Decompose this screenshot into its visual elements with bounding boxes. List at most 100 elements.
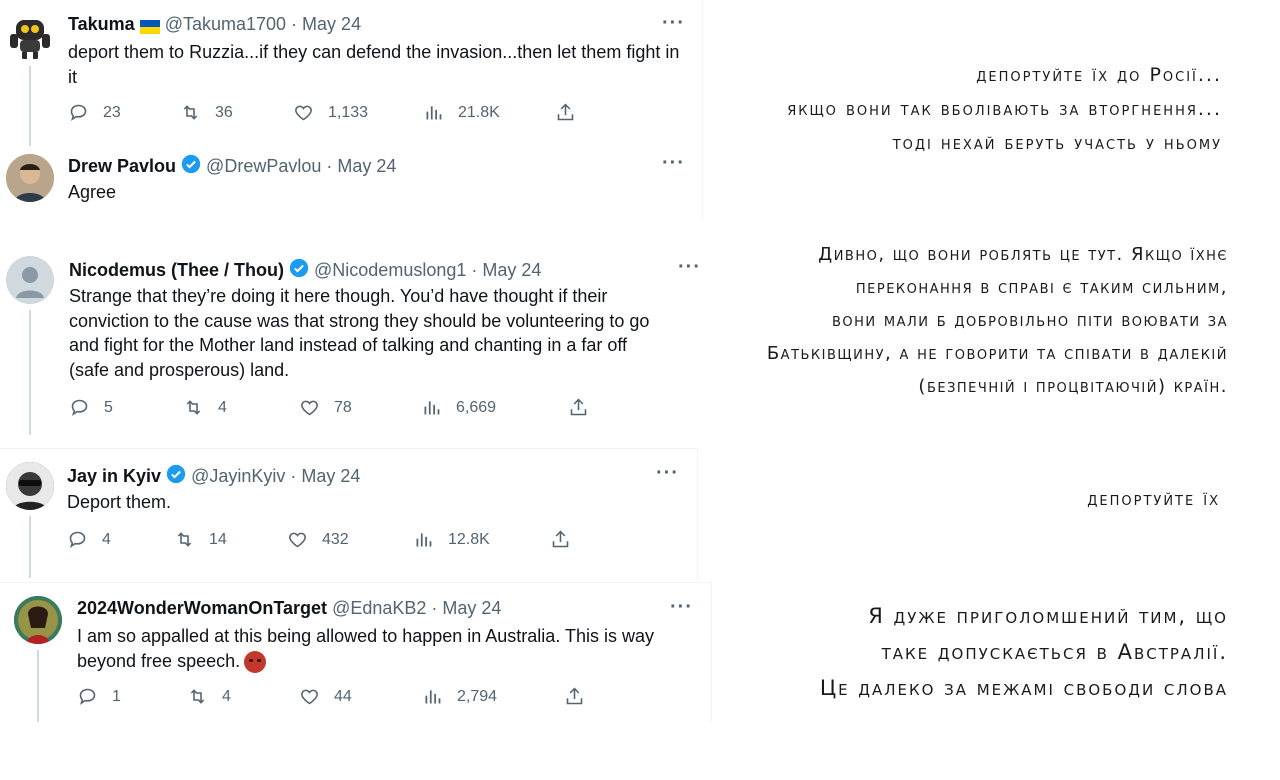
person-photo-icon — [6, 154, 54, 202]
handle[interactable]: @JayinKyiv — [191, 466, 285, 487]
tweet-divider — [0, 582, 711, 583]
tweet-takuma[interactable]: Takuma @Takuma1700 · May 24 ··· deport t… — [0, 0, 702, 148]
avatar[interactable] — [14, 596, 62, 644]
tweet-text-line: Strange that they’re doing it here thoug… — [69, 286, 608, 306]
separator-dot: · — [431, 598, 438, 618]
more-options-icon[interactable]: ··· — [670, 596, 693, 619]
robot-avatar-icon — [10, 20, 50, 59]
more-options-icon[interactable]: ··· — [662, 152, 685, 175]
verified-badge-icon — [166, 464, 186, 489]
avatar[interactable] — [6, 12, 54, 60]
timestamp[interactable]: May 24 — [301, 466, 360, 487]
share-button[interactable] — [568, 397, 603, 418]
translation-line: депортуйте їх до Росії... — [976, 64, 1222, 86]
tweet-text-line: (safe and prosperous) land. — [69, 359, 290, 380]
translation-line: депортуйте їх — [1087, 488, 1220, 510]
separator-dot: · — [290, 466, 297, 486]
share-icon — [557, 103, 574, 121]
handle[interactable]: @Nicodemuslong1 — [314, 260, 466, 281]
reply-button[interactable]: 23 — [68, 102, 121, 123]
tweet-text: Deport them. — [67, 492, 172, 512]
retweet-count: 4 — [218, 398, 227, 416]
action-bar: 4 14 432 12.8K — [67, 529, 667, 553]
share-button[interactable] — [564, 686, 599, 707]
translation-line: Батьківщину, а не говорити та співати в … — [766, 343, 1228, 364]
display-name[interactable]: Jay in Kyiv — [67, 466, 161, 487]
ukraine-flag-icon — [139, 18, 160, 34]
handle[interactable]: @Takuma1700 — [165, 14, 286, 35]
retweet-icon — [186, 400, 201, 415]
more-options-icon[interactable]: ··· — [662, 12, 685, 35]
retweet-button[interactable]: 36 — [180, 102, 233, 123]
translation-line: Я дуже приголомшений тим, що — [868, 604, 1228, 628]
heart-icon — [295, 105, 312, 121]
reply-button[interactable]: 4 — [67, 529, 111, 550]
views-button[interactable]: 6,669 — [421, 397, 496, 418]
reply-count: 4 — [102, 530, 111, 548]
like-button[interactable]: 432 — [287, 529, 349, 550]
tweet-text: Strange that they’re doing it here thoug… — [69, 284, 709, 382]
like-button[interactable]: 78 — [299, 397, 352, 418]
translation-block-2: Дивно, що вони роблять це тут. Якщо їхнє… — [767, 238, 1228, 403]
retweet-button[interactable]: 4 — [183, 397, 227, 418]
translation-line: таке допускається в Австралії. — [881, 640, 1228, 664]
retweet-count: 36 — [215, 103, 233, 121]
reply-icon — [71, 399, 88, 416]
action-bar: 23 36 1,133 21.8K — [68, 102, 668, 126]
verified-badge-icon — [289, 258, 309, 283]
timestamp[interactable]: May 24 — [302, 14, 361, 35]
retweet-button[interactable]: 14 — [174, 529, 227, 550]
tweet-text-line: beyond free speech. — [77, 649, 697, 674]
retweet-count: 14 — [209, 530, 227, 548]
share-button[interactable] — [555, 102, 590, 123]
display-name[interactable]: 2024WonderWomanOnTarget — [77, 598, 327, 619]
heart-icon — [301, 689, 318, 705]
tweet-jay-in-kyiv[interactable]: Jay in Kyiv @JayinKyiv · May 24 ··· Depo… — [0, 450, 697, 580]
views-button[interactable]: 21.8K — [423, 102, 500, 123]
views-button[interactable]: 12.8K — [413, 529, 490, 550]
handle[interactable]: @DrewPavlou — [206, 156, 321, 177]
display-name[interactable]: Takuma — [68, 14, 135, 35]
retweet-button[interactable]: 4 — [187, 686, 231, 707]
like-button[interactable]: 1,133 — [293, 102, 368, 123]
tweet-wonderwoman[interactable]: 2024WonderWomanOnTarget @EdnaKB2 · May 2… — [0, 584, 711, 724]
avatar[interactable] — [6, 462, 54, 510]
thread-line — [29, 66, 31, 146]
reply-count: 23 — [103, 103, 121, 121]
translation-line: переконання в справі є таким сильним, — [855, 277, 1228, 298]
verified-badge-icon — [181, 154, 201, 179]
person-photo-icon — [6, 462, 54, 510]
tweet-drew-pavlou[interactable]: Drew Pavlou @DrewPavlou · May 24 ··· Agr… — [0, 148, 702, 218]
handle[interactable]: @EdnaKB2 — [332, 598, 426, 619]
display-name[interactable]: Nicodemus (Thee / Thou) — [69, 260, 284, 281]
translation-line: Дивно, що вони роблять це тут. Якщо їхнє — [818, 244, 1228, 265]
timestamp[interactable]: May 24 — [442, 598, 501, 619]
display-name[interactable]: Drew Pavlou — [68, 156, 176, 177]
action-bar: 1 4 44 2,794 — [77, 686, 677, 710]
timestamp[interactable]: May 24 — [337, 156, 396, 177]
separator-dot: · — [326, 156, 333, 176]
view-count: 21.8K — [458, 103, 500, 121]
retweet-count: 4 — [222, 687, 231, 705]
retweet-icon — [190, 689, 205, 704]
reply-button[interactable]: 5 — [69, 397, 113, 418]
view-count: 12.8K — [448, 530, 490, 548]
more-options-icon[interactable]: ··· — [678, 256, 701, 279]
translation-block-3: депортуйте їх — [1087, 482, 1220, 516]
translation-line: Це далеко за межамі свободи слова — [819, 676, 1228, 700]
avatar[interactable] — [6, 256, 54, 304]
avatar[interactable] — [6, 154, 54, 202]
tweet-divider — [0, 448, 697, 449]
tweet-nicodemus[interactable]: Nicodemus (Thee / Thou) @Nicodemuslong1 … — [0, 240, 715, 445]
more-options-icon[interactable]: ··· — [656, 462, 679, 485]
timestamp[interactable]: May 24 — [482, 260, 541, 281]
translation-block-1: депортуйте їх до Росії... якщо вони так … — [787, 58, 1222, 160]
tweet-text-segment: beyond free speech. — [77, 650, 241, 671]
translation-line: вони мали б добровільно піти воювати за — [831, 310, 1228, 331]
views-button[interactable]: 2,794 — [422, 686, 497, 707]
thread-line — [29, 516, 31, 578]
share-button[interactable] — [550, 529, 585, 550]
translation-line: якщо вони так вболівають за вторгнення..… — [787, 98, 1222, 120]
like-button[interactable]: 44 — [299, 686, 352, 707]
reply-button[interactable]: 1 — [77, 686, 121, 707]
